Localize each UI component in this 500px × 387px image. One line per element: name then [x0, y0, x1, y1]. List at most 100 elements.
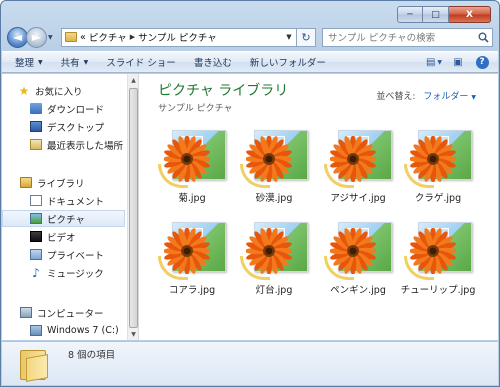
- file-name: 菊.jpg: [178, 193, 206, 204]
- sidebar-item-label: お気に入り: [35, 86, 83, 98]
- download-folder-icon: [30, 103, 42, 114]
- sidebar-item-favorites[interactable]: ★ お気に入り: [2, 82, 125, 99]
- sidebar-item-label: コンピューター: [37, 308, 104, 320]
- file-thumbnail[interactable]: クラゲ.jpg: [400, 130, 476, 206]
- page-subtitle: サンプル ピクチャ: [158, 104, 233, 114]
- new-folder-button[interactable]: 新しいフォルダー: [241, 52, 335, 72]
- view-options-button[interactable]: ▤ ▼: [424, 53, 444, 71]
- music-icon: ♪: [32, 265, 40, 280]
- search-input[interactable]: サンプル ピクチャの検索: [322, 27, 493, 47]
- navigation-bar: ◄ ► ▼ « ピクチャ ▶ サンプル ピクチャ ▼ ↻ サンプル ピクチャの検…: [7, 26, 493, 48]
- file-view: ピクチャ ライブラリ サンプル ピクチャ 並べ替え: フォルダー ▼ 菊.jpg 砂…: [140, 74, 498, 340]
- search-icon[interactable]: [474, 32, 492, 43]
- organize-label: 整理: [15, 58, 35, 69]
- star-icon: ★: [18, 83, 30, 98]
- minimize-button[interactable]: ─: [397, 6, 423, 23]
- main-panes: ★ お気に入り ダウンロード デスクトップ 最近表示した場所 ライブラリ ドキュ…: [2, 74, 498, 340]
- videos-icon: [30, 231, 42, 242]
- help-icon: ?: [475, 55, 489, 69]
- sidebar-item-label: デスクトップ: [47, 122, 105, 134]
- sidebar-item-label: ミュージック: [47, 268, 104, 280]
- recent-places-icon: [30, 139, 42, 150]
- slideshow-label: スライド ショー: [106, 58, 176, 69]
- sidebar-item-downloads[interactable]: ダウンロード: [2, 100, 125, 117]
- burn-button[interactable]: 書き込む: [185, 52, 241, 72]
- sidebar-item-documents[interactable]: ドキュメント: [2, 192, 125, 209]
- file-thumbnail[interactable]: アジサイ.jpg: [320, 130, 396, 206]
- scroll-up-icon[interactable]: ▲: [128, 74, 139, 86]
- slideshow-button[interactable]: スライド ショー: [97, 52, 185, 72]
- flower-image-icon: [164, 136, 210, 182]
- address-dropdown[interactable]: ▼: [282, 29, 296, 46]
- scroll-down-icon[interactable]: ▼: [128, 328, 139, 340]
- image-thumbnail: [158, 222, 226, 280]
- breadcrumb-separator-icon[interactable]: ▶: [130, 33, 135, 41]
- image-thumbnail: [240, 130, 308, 188]
- chevron-down-icon: ▼: [48, 33, 53, 41]
- sidebar-item-music[interactable]: ♪ ミュージック: [2, 264, 125, 281]
- file-thumbnail[interactable]: 菊.jpg: [154, 130, 230, 206]
- recent-pages-dropdown[interactable]: ▼: [48, 34, 58, 41]
- image-thumbnail: [324, 222, 392, 280]
- arrange-label: 並べ替え:: [376, 92, 416, 102]
- sidebar-item-label: 最近表示した場所: [47, 140, 124, 152]
- preview-pane-button[interactable]: ▣: [448, 53, 468, 71]
- arrange-value: フォルダー: [423, 92, 469, 102]
- maximize-button[interactable]: □: [423, 6, 449, 23]
- flower-image-icon: [164, 228, 210, 274]
- file-name: アジサイ.jpg: [330, 193, 386, 204]
- sidebar-item-videos[interactable]: ビデオ: [2, 228, 125, 245]
- library-icon: [20, 177, 32, 188]
- sidebar-item-label: ドキュメント: [47, 196, 105, 208]
- sidebar-item-label: ライブラリ: [37, 178, 85, 190]
- navigation-scrollbar[interactable]: ▲ ▼: [127, 74, 139, 340]
- refresh-button[interactable]: ↻: [297, 27, 316, 47]
- refresh-icon: ↻: [301, 30, 311, 44]
- chevron-down-icon: ▼: [471, 94, 476, 101]
- image-thumbnail: [324, 130, 392, 188]
- status-bar: 8 個の項目: [2, 341, 498, 385]
- file-thumbnail[interactable]: 灯台.jpg: [236, 222, 312, 298]
- help-button[interactable]: ?: [472, 53, 492, 71]
- arrange-dropdown[interactable]: フォルダー ▼: [423, 89, 476, 102]
- documents-icon: [30, 195, 42, 206]
- forward-button[interactable]: ►: [26, 26, 47, 48]
- sidebar-item-libraries[interactable]: ライブラリ: [2, 174, 125, 191]
- computer-icon: [20, 307, 32, 318]
- address-bar[interactable]: « ピクチャ ▶ サンプル ピクチャ ▼: [61, 27, 297, 47]
- close-button[interactable]: X: [449, 6, 491, 23]
- explorer-window: ─ □ X ◄ ► ▼ « ピクチャ ▶ サンプル ピクチャ ▼ ↻ サンプル …: [0, 0, 500, 387]
- sidebar-item-c-drive[interactable]: Windows 7 (C:): [2, 322, 125, 339]
- back-button[interactable]: ◄: [7, 26, 28, 48]
- chevron-down-icon: ▼: [286, 33, 292, 41]
- file-thumbnail[interactable]: チューリップ.jpg: [400, 222, 476, 298]
- folder-icon: [20, 348, 48, 382]
- breadcrumb-item-pictures[interactable]: ピクチャ: [89, 30, 127, 44]
- sidebar-item-label: プライベート: [47, 250, 105, 262]
- scrollbar-thumb[interactable]: [129, 88, 138, 328]
- file-name: ペンギン.jpg: [330, 285, 386, 296]
- sidebar-item-computer[interactable]: コンピューター: [2, 304, 125, 321]
- file-thumbnail[interactable]: ペンギン.jpg: [320, 222, 396, 298]
- sidebar-item-recent-places[interactable]: 最近表示した場所: [2, 136, 125, 153]
- sidebar-item-label: ピクチャ: [47, 214, 85, 226]
- library-header: ピクチャ ライブラリ サンプル ピクチャ: [158, 80, 288, 114]
- file-name: チューリップ.jpg: [400, 285, 476, 296]
- item-count: 8 個の項目: [68, 349, 116, 361]
- search-placeholder: サンプル ピクチャの検索: [328, 33, 436, 44]
- sidebar-item-private[interactable]: プライベート: [2, 246, 125, 263]
- file-thumbnail[interactable]: 砂漠.jpg: [236, 130, 312, 206]
- organize-button[interactable]: 整理 ▼: [6, 52, 52, 72]
- file-thumbnail[interactable]: コアラ.jpg: [154, 222, 230, 298]
- sidebar-item-desktop[interactable]: デスクトップ: [2, 118, 125, 135]
- file-name: 灯台.jpg: [255, 285, 293, 296]
- breadcrumb-item-sample-pictures[interactable]: サンプル ピクチャ: [138, 30, 217, 44]
- left-arrow-icon: ◄: [12, 30, 23, 44]
- sidebar-item-label: ダウンロード: [47, 104, 105, 116]
- breadcrumb-overflow[interactable]: «: [80, 32, 86, 43]
- chevron-down-icon: ▼: [83, 58, 89, 66]
- sidebar-item-pictures[interactable]: ピクチャ: [2, 210, 125, 227]
- navigation-pane: ★ お気に入り ダウンロード デスクトップ 最近表示した場所 ライブラリ ドキュ…: [2, 74, 127, 340]
- share-button[interactable]: 共有 ▼: [52, 52, 98, 72]
- share-label: 共有: [60, 58, 80, 69]
